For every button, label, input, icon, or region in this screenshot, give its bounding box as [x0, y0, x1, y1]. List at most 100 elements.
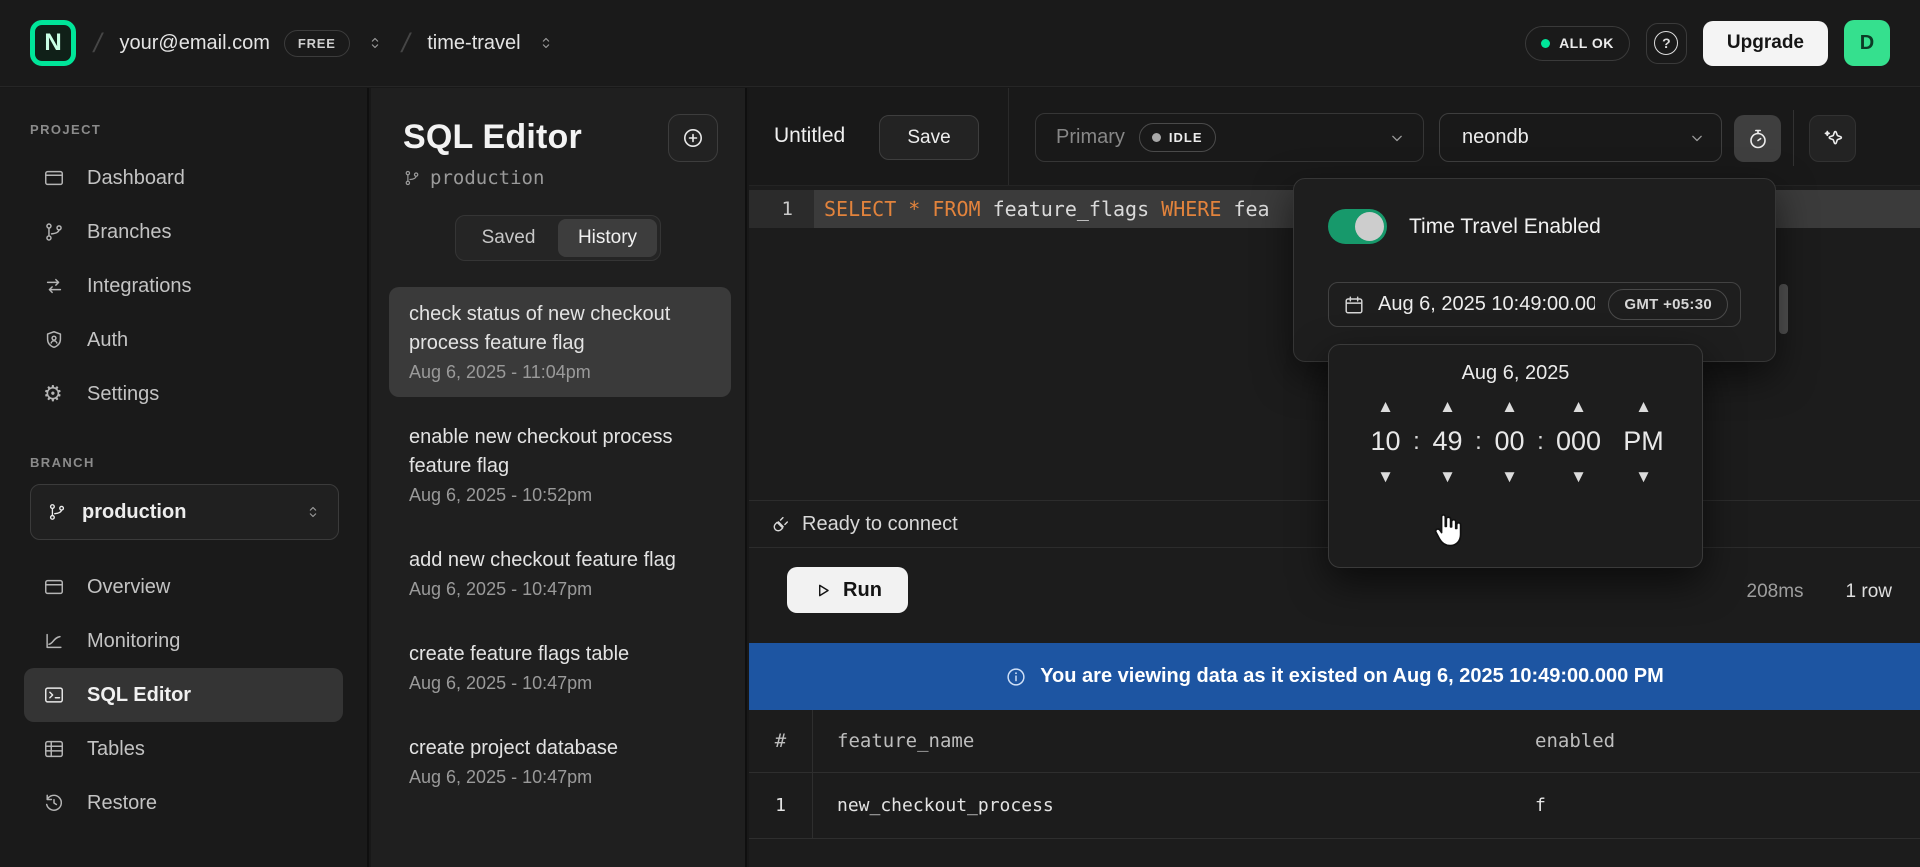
millisecond-up-arrow[interactable]: ▲ [1570, 398, 1587, 415]
branch-selector[interactable]: production [30, 484, 339, 540]
breadcrumb-account[interactable]: your@email.com [120, 32, 270, 55]
sidebar-item-label: Monitoring [87, 630, 180, 653]
editor-scrollbar-thumb[interactable] [1779, 284, 1788, 334]
sidebar-item-settings[interactable]: ⚙ Settings [24, 367, 343, 421]
query-tab-title[interactable]: Untitled [774, 124, 845, 148]
system-status-pill[interactable]: ALL OK [1525, 26, 1630, 61]
code-token: feature_flags [981, 197, 1162, 221]
panel-branch: production [403, 167, 719, 189]
column-header-feature-name: feature_name [813, 710, 1535, 772]
compute-selector[interactable]: Primary IDLE [1035, 113, 1424, 162]
branch-icon [47, 502, 67, 522]
account-switcher-chevron-icon[interactable] [366, 34, 384, 52]
sidebar-item-dashboard[interactable]: Dashboard [24, 151, 343, 205]
history-item[interactable]: check status of new checkout process fea… [389, 287, 731, 397]
chevron-down-icon [1387, 128, 1407, 148]
overview-icon [43, 576, 65, 598]
history-item-title: enable new checkout process feature flag [409, 423, 711, 481]
sql-editor-icon [43, 684, 65, 706]
sidebar-item-restore[interactable]: Restore [24, 776, 343, 830]
avatar[interactable]: D [1844, 20, 1890, 66]
millisecond-value: 000 [1556, 426, 1601, 457]
meridiem-down-arrow[interactable]: ▼ [1635, 468, 1652, 485]
sql-panel-header: SQL Editor production [371, 88, 745, 189]
cell-enabled: f [1535, 773, 1920, 838]
dashboard-icon [43, 167, 65, 189]
history-list: check status of new checkout process fea… [389, 287, 731, 802]
meridiem-up-arrow[interactable]: ▲ [1635, 398, 1652, 415]
minute-value: 49 [1432, 426, 1462, 457]
integrations-icon [43, 275, 65, 297]
sidebar-item-label: Branches [87, 221, 172, 244]
database-selector[interactable]: neondb [1439, 113, 1722, 162]
sparkles-icon [1821, 127, 1845, 151]
neon-logo[interactable]: N [30, 20, 76, 66]
ai-assist-button[interactable] [1809, 115, 1856, 162]
sidebar-item-integrations[interactable]: Integrations [24, 259, 343, 313]
datetime-input[interactable]: Aug 6, 2025 10:49:00.00 GMT +05:30 [1328, 282, 1741, 327]
history-item[interactable]: add new checkout feature flag Aug 6, 202… [389, 533, 731, 614]
query-row-count: 1 row [1846, 581, 1892, 603]
chevron-down-icon [1687, 128, 1707, 148]
breadcrumb-separator: / [91, 28, 105, 59]
results-table: # feature_name enabled 1 new_checkout_pr… [749, 710, 1920, 839]
history-item-title: create feature flags table [409, 640, 711, 669]
sidebar-item-branches[interactable]: Branches [24, 205, 343, 259]
time-travel-banner: You are viewing data as it existed on Au… [749, 643, 1920, 710]
history-item-title: add new checkout feature flag [409, 546, 711, 575]
run-button[interactable]: Run [787, 567, 908, 613]
second-up-arrow[interactable]: ▲ [1501, 398, 1518, 415]
minute-down-arrow[interactable]: ▼ [1439, 468, 1456, 485]
code-token [896, 197, 908, 221]
breadcrumb-separator: / [398, 28, 412, 59]
plan-badge: FREE [284, 30, 350, 57]
upgrade-button[interactable]: Upgrade [1703, 21, 1828, 66]
toolbar-divider [1008, 88, 1009, 185]
timezone-badge: GMT +05:30 [1608, 289, 1728, 320]
help-button[interactable]: ? [1646, 23, 1687, 64]
second-down-arrow[interactable]: ▼ [1501, 468, 1518, 485]
sidebar-item-monitoring[interactable]: Monitoring [24, 614, 343, 668]
code-token: FROM [932, 197, 980, 221]
sidebar-item-label: Restore [87, 792, 157, 815]
run-label: Run [843, 579, 882, 602]
time-travel-toggle[interactable] [1328, 209, 1387, 244]
history-item-date: Aug 6, 2025 - 10:47pm [409, 579, 711, 600]
status-ok-dot-icon [1541, 39, 1550, 48]
new-query-button[interactable] [668, 114, 718, 162]
code-token: fea [1221, 197, 1269, 221]
sidebar-item-tables[interactable]: Tables [24, 722, 343, 776]
meridiem-spinner: ▲ PM ▼ [1620, 398, 1668, 485]
banner-text: You are viewing data as it existed on Au… [1040, 665, 1664, 688]
history-item[interactable]: enable new checkout process feature flag… [389, 410, 731, 520]
hour-down-arrow[interactable]: ▼ [1377, 468, 1394, 485]
time-travel-button[interactable] [1734, 115, 1781, 162]
history-item-date: Aug 6, 2025 - 11:04pm [409, 362, 711, 383]
info-icon [1005, 666, 1027, 688]
spinner-colon: : [1532, 428, 1550, 456]
sidebar-item-label: Integrations [87, 275, 192, 298]
time-travel-popover: Time Travel Enabled Aug 6, 2025 10:49:00… [1293, 178, 1776, 362]
history-item-date: Aug 6, 2025 - 10:47pm [409, 767, 711, 788]
neon-logo-letter: N [44, 29, 61, 57]
database-name: neondb [1462, 126, 1529, 149]
line-number: 1 [749, 190, 814, 228]
idle-dot-icon [1152, 133, 1161, 142]
sidebar-item-auth[interactable]: Auth [24, 313, 343, 367]
history-item[interactable]: create project database Aug 6, 2025 - 10… [389, 721, 731, 802]
sidebar-item-overview[interactable]: Overview [24, 560, 343, 614]
minute-up-arrow[interactable]: ▲ [1439, 398, 1456, 415]
column-header-enabled: enabled [1535, 710, 1920, 772]
sidebar-item-sql-editor[interactable]: SQL Editor [24, 668, 343, 722]
connection-status: Ready to connect [802, 513, 958, 536]
second-value: 00 [1494, 426, 1524, 457]
history-item[interactable]: create feature flags table Aug 6, 2025 -… [389, 627, 731, 708]
table-row[interactable]: 1 new_checkout_process f [749, 773, 1920, 839]
tab-saved[interactable]: Saved [459, 219, 558, 257]
project-switcher-chevron-icon[interactable] [537, 34, 555, 52]
tab-history[interactable]: History [558, 219, 657, 257]
breadcrumb-project[interactable]: time-travel [427, 32, 520, 55]
millisecond-down-arrow[interactable]: ▼ [1570, 468, 1587, 485]
save-button[interactable]: Save [879, 115, 979, 160]
hour-up-arrow[interactable]: ▲ [1377, 398, 1394, 415]
